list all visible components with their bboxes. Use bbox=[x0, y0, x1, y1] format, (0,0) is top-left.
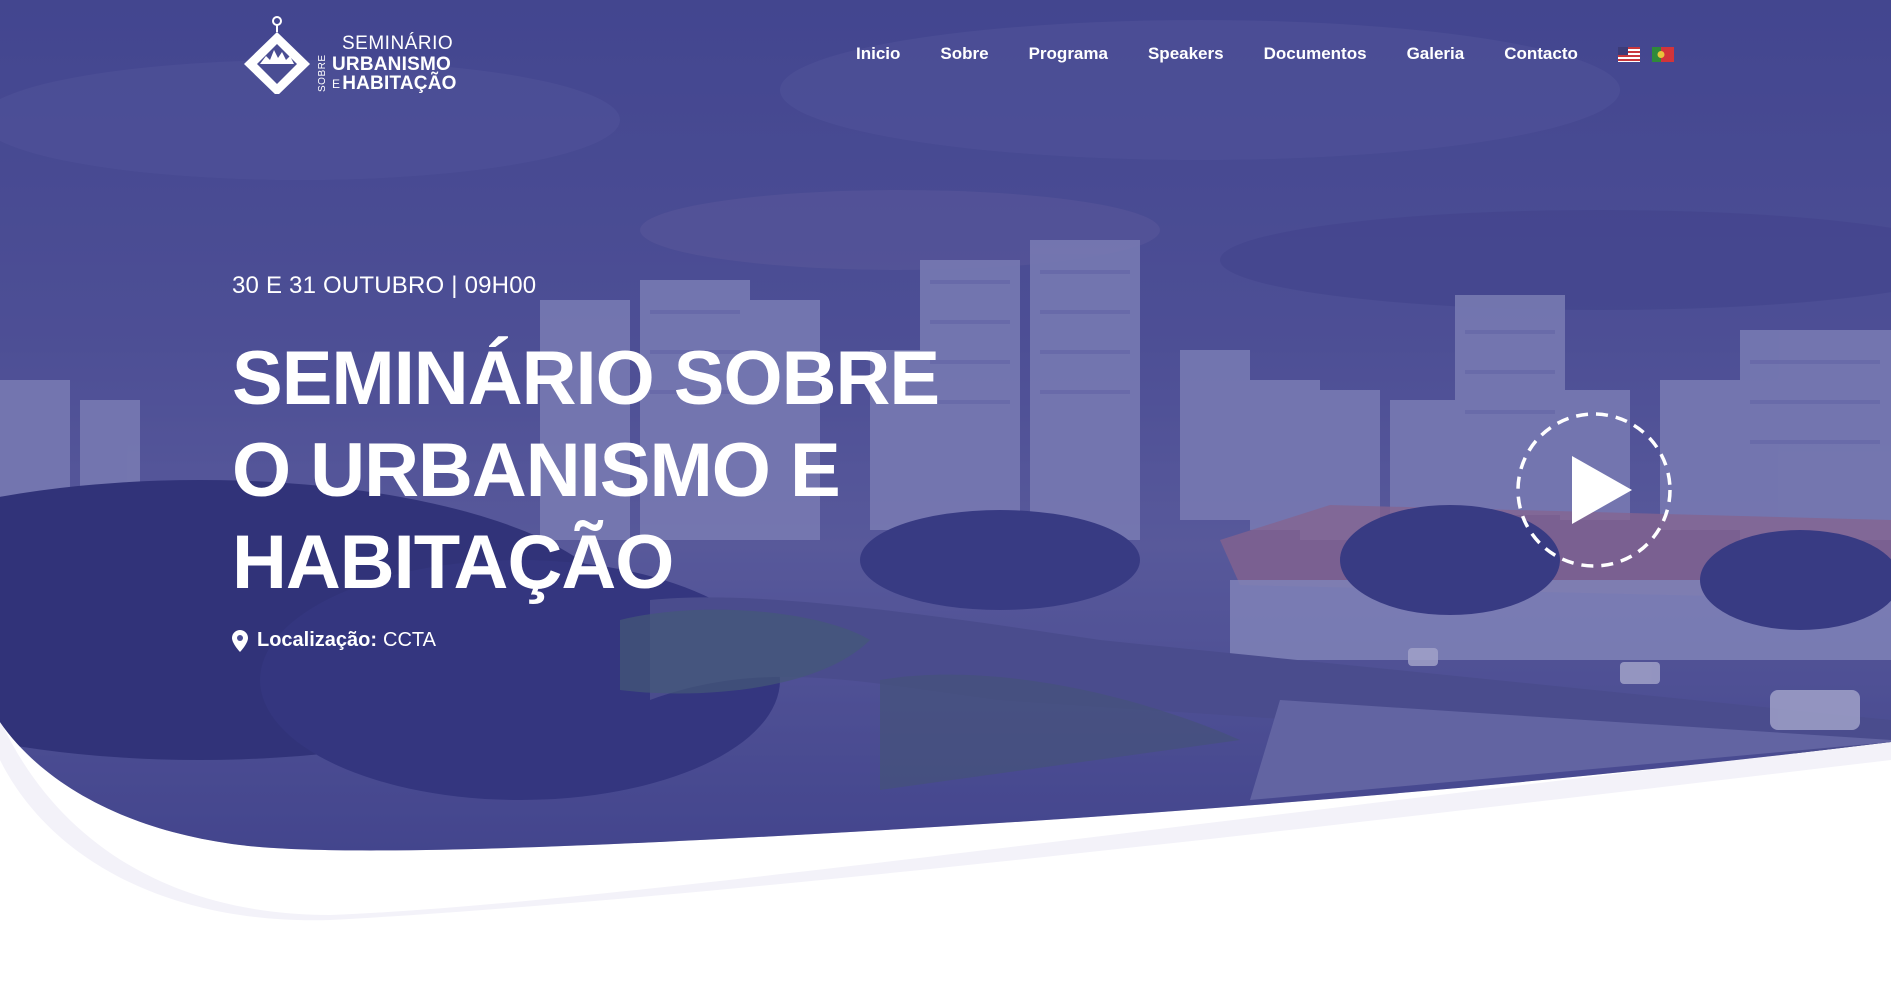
event-location: Localização: CCTA bbox=[232, 629, 436, 652]
logo-wordmark: SEMINÁRIO SOBRE URBANISMO E HABITAÇÃO bbox=[317, 33, 457, 94]
logo-emblem-icon bbox=[244, 16, 310, 94]
logo-sobre-text: SOBRE bbox=[317, 54, 328, 92]
logo-e-text: E bbox=[332, 76, 341, 91]
nav-item-sobre[interactable]: Sobre bbox=[940, 44, 988, 64]
site-logo[interactable]: SEMINÁRIO SOBRE URBANISMO E HABITAÇÃO bbox=[242, 14, 462, 94]
hero-title: SEMINÁRIO SOBRE O URBANISMO E HABITAÇÃO bbox=[232, 333, 952, 609]
location-pin-icon bbox=[232, 629, 248, 652]
hero-title-line-2: O URBANISMO E bbox=[232, 428, 841, 513]
nav-item-inicio[interactable]: Inicio bbox=[856, 44, 900, 64]
nav-item-speakers[interactable]: Speakers bbox=[1148, 44, 1224, 64]
hero-title-line-1: SEMINÁRIO SOBRE bbox=[232, 336, 940, 421]
nav-item-galeria[interactable]: Galeria bbox=[1407, 44, 1465, 64]
english-flag-icon[interactable] bbox=[1617, 46, 1640, 62]
portuguese-flag-icon[interactable] bbox=[1651, 46, 1674, 62]
play-video-button[interactable] bbox=[1514, 410, 1674, 570]
nav-item-contacto[interactable]: Contacto bbox=[1504, 44, 1578, 64]
nav-item-documentos[interactable]: Documentos bbox=[1264, 44, 1367, 64]
logo-habitacao-text: HABITAÇÃO bbox=[342, 73, 457, 94]
nav-item-programa[interactable]: Programa bbox=[1029, 44, 1108, 64]
main-nav: Inicio Sobre Programa Speakers Documento… bbox=[856, 44, 1686, 64]
play-icon bbox=[1572, 456, 1632, 524]
location-label: Localização: bbox=[257, 629, 378, 651]
location-value: CCTA bbox=[383, 629, 437, 651]
page: SEMINÁRIO SOBRE URBANISMO E HABITAÇÃO In… bbox=[0, 0, 1891, 993]
event-date: 30 E 31 OUTUBRO | 09H00 bbox=[232, 272, 537, 299]
logo-top-text: SEMINÁRIO bbox=[342, 33, 454, 54]
hero-title-line-3: HABITAÇÃO bbox=[232, 520, 674, 605]
logo-urbanismo-text: URBANISMO bbox=[332, 54, 451, 75]
